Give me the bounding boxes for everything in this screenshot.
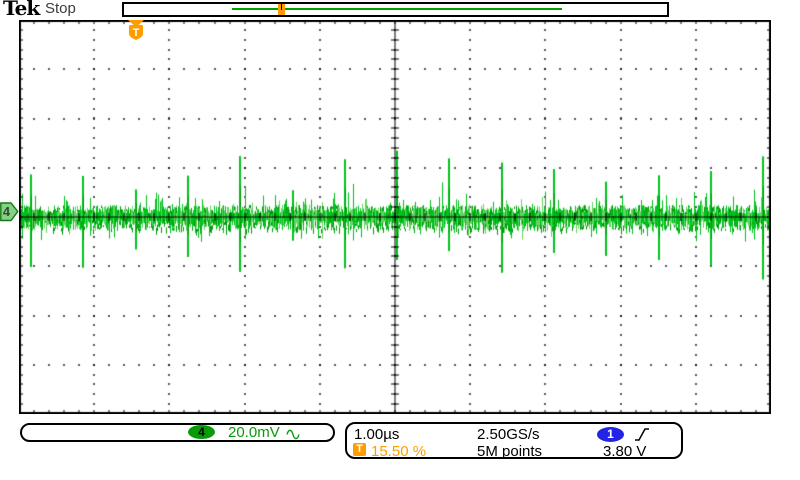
trigger-flag-label: T [133, 27, 140, 39]
channel-scale: 20.0mV [228, 425, 280, 440]
tek-logo: Tek [3, 0, 39, 20]
scope-screen [19, 20, 771, 414]
horizontal-trigger-readout-box: 1.00µs 2.50GS/s 1 T 15.50 % 5M points 3.… [345, 422, 683, 459]
channel-position-marker[interactable]: 4 [0, 202, 19, 222]
sample-rate-readout: 2.50GS/s [477, 427, 540, 442]
record-length-readout: 5M points [477, 444, 542, 459]
trigger-position-readout: 15.50 % [371, 444, 426, 459]
graticule-canvas [19, 20, 771, 414]
channel-readout-box: 4 20.0mV [20, 423, 335, 442]
acquisition-status: Stop [45, 0, 76, 17]
trigger-level-readout: 3.80 V [603, 444, 646, 459]
trigger-marker-core [281, 4, 282, 10]
ac-coupling-icon [286, 427, 301, 445]
channel-badge: 4 [188, 425, 215, 439]
record-view-bar [122, 2, 669, 17]
timebase-readout: 1.00µs [354, 427, 399, 442]
record-trigger-position-marker[interactable] [278, 4, 285, 15]
trigger-source-badge: 1 [597, 427, 624, 442]
trigger-position-icon: T [353, 443, 366, 456]
trigger-position-flag[interactable]: T [127, 20, 145, 41]
channel-marker-label: 4 [3, 204, 11, 219]
